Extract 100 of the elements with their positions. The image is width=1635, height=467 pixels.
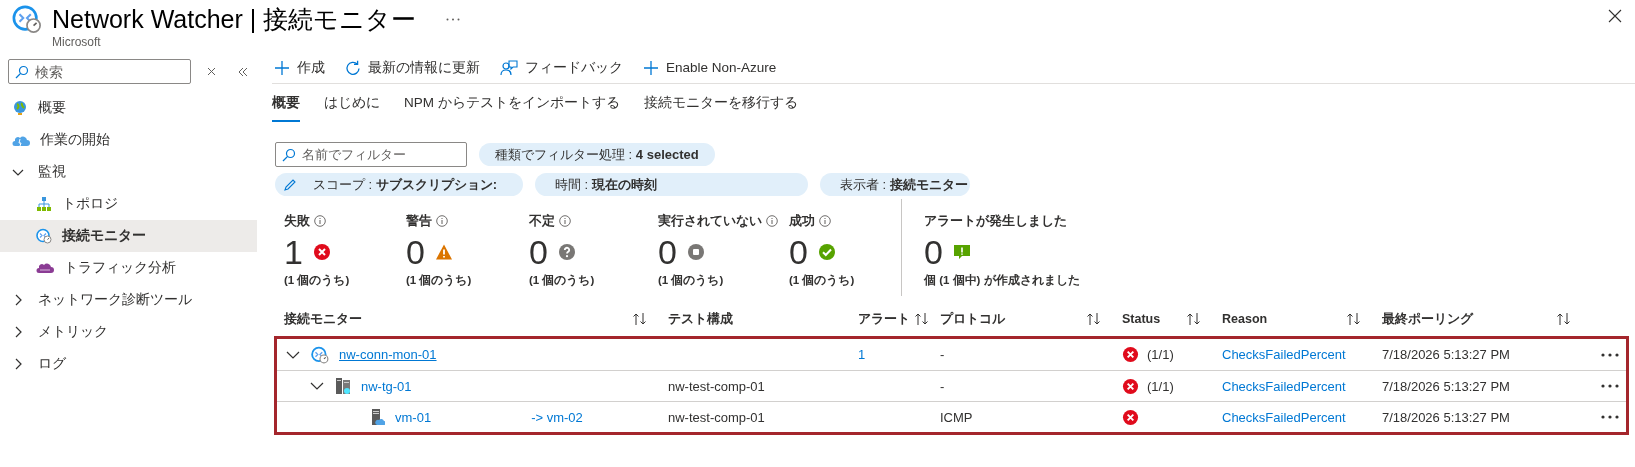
server-icon <box>369 408 385 426</box>
table-cell: - <box>940 347 945 362</box>
globe-icon <box>12 100 28 116</box>
refresh-icon <box>345 59 361 76</box>
stat-label: 失敗 <box>284 212 310 230</box>
stat-count: 0 <box>406 232 425 272</box>
stat-note: (1 個のうち) <box>789 273 856 288</box>
more-icon <box>1601 415 1619 419</box>
info-icon <box>314 215 326 227</box>
info-icon <box>766 215 778 227</box>
tab[interactable]: 概要 <box>272 84 300 122</box>
sidebar-item[interactable]: トポロジ <box>0 188 257 220</box>
search-icon <box>282 148 296 162</box>
stat-count: 0 <box>789 232 808 272</box>
topology-icon <box>36 196 52 212</box>
stat-label: 成功 <box>789 212 815 230</box>
table-cell: ICMP <box>940 409 973 425</box>
tab[interactable]: はじめに <box>324 84 380 122</box>
toolbar-button[interactable]: フィードバック <box>498 58 625 77</box>
stat-note: (1 個のうち) <box>529 273 596 288</box>
stat-label: 実行されていない <box>658 212 762 230</box>
stat-count: 0 <box>529 232 548 272</box>
filter-pill[interactable]: 表示者 : 接続モニター <box>820 173 970 196</box>
sidebar-item[interactable]: トラフィック分析 <box>0 252 257 284</box>
column-header[interactable]: アラート <box>858 310 910 328</box>
filter-field[interactable]: 名前でフィルター <box>275 142 467 167</box>
cloud-icon <box>36 262 54 274</box>
table-cell: 7/18/2026 5:13:27 PM <box>1382 409 1510 425</box>
sidebar-item[interactable]: 接続モニター <box>0 220 257 252</box>
table-cell: nw-test-comp-01 <box>668 409 765 425</box>
sort-icon <box>1186 312 1202 326</box>
sidebar-item[interactable]: メトリック <box>0 316 257 348</box>
tab[interactable]: 接続モニターを移行する <box>643 84 798 122</box>
app-logo <box>12 4 42 34</box>
column-header[interactable]: Status <box>1122 312 1161 326</box>
more-icon <box>1601 384 1619 388</box>
stat-label: 警告 <box>406 212 432 230</box>
sort-icon <box>1346 312 1362 326</box>
pencil-icon <box>283 177 297 192</box>
table-cell: 7/18/2026 5:13:27 PM <box>1382 378 1510 394</box>
reason-link[interactable]: ChecksFailedPercent <box>1222 378 1346 394</box>
sidebar-item[interactable]: 概要 <box>0 92 257 124</box>
reason-link[interactable]: ChecksFailedPercent <box>1222 347 1346 362</box>
stat-label: アラートが発生しました <box>924 212 1067 230</box>
sort-icon <box>1556 312 1572 326</box>
collapse-button[interactable] <box>237 65 249 78</box>
stat-count: 0 <box>658 232 677 272</box>
stat-count: 1 <box>284 232 303 272</box>
tab[interactable]: NPM からテストをインポートする <box>404 84 620 122</box>
page-title: Network Watcher | 接続モニター <box>52 4 417 34</box>
stat-note: (1 個のうち) <box>406 273 473 288</box>
stat-label: 不定 <box>529 212 555 230</box>
plus-icon <box>643 59 659 76</box>
table-cell: 7/18/2026 5:13:27 PM <box>1382 347 1510 362</box>
reason-link[interactable]: ChecksFailedPercent <box>1222 409 1346 425</box>
column-header[interactable]: 最終ポーリング <box>1382 310 1473 328</box>
feedback-icon <box>500 59 518 76</box>
table-cell: (1/1) <box>1147 347 1174 362</box>
toolbar-button[interactable]: 作成 <box>272 58 327 77</box>
close-button[interactable] <box>1607 8 1623 24</box>
monitor-link[interactable]: nw-tg-01 <box>361 378 412 394</box>
sort-icon <box>914 312 930 326</box>
toolbar-button[interactable]: 最新の情報に更新 <box>343 58 482 77</box>
plus-icon <box>274 59 290 76</box>
clear-button[interactable] <box>205 65 218 78</box>
more-icon <box>446 17 461 21</box>
monitor-link[interactable]: vm-01 <box>395 409 432 425</box>
monitor-icon <box>311 345 329 364</box>
monitor-icon <box>36 228 52 244</box>
sidebar-item[interactable]: 監視 <box>0 156 257 188</box>
sidebar-item[interactable]: 作業の開始 <box>0 124 257 156</box>
search-icon <box>15 65 29 79</box>
column-header[interactable]: 接続モニター <box>284 310 362 328</box>
table-cell: nw-test-comp-01 <box>668 378 765 394</box>
more-icon <box>1601 352 1619 357</box>
column-header[interactable]: プロトコル <box>940 310 1005 328</box>
search-field[interactable]: 検索 <box>8 59 192 84</box>
info-icon <box>819 215 831 227</box>
target-link[interactable]: -> vm-02 <box>531 409 583 425</box>
filter-pill[interactable]: 時間 : 現在の時刻 <box>535 173 808 196</box>
filter-pill[interactable]: スコープ : サブスクリプション: <box>275 173 523 196</box>
filter-pill[interactable]: 種類でフィルター処理 : 4 selected <box>479 143 715 166</box>
stat-note: (1 個のうち) <box>284 273 351 288</box>
page-subtitle: Microsoft <box>52 35 102 49</box>
sort-icon <box>632 312 648 326</box>
info-icon <box>559 215 571 227</box>
alert-link[interactable]: 1 <box>858 347 866 362</box>
monitor-link[interactable]: nw-conn-mon-01 <box>339 347 437 362</box>
sidebar-item[interactable]: ログ <box>0 348 257 380</box>
column-header[interactable]: テスト構成 <box>668 310 733 328</box>
info-icon <box>436 215 448 227</box>
stat-note: (1 個のうち) <box>658 273 725 288</box>
stat-note: 個 (1 個中) が作成されました <box>924 273 1081 288</box>
sidebar-item[interactable]: ネットワーク診断ツール <box>0 284 257 316</box>
column-header[interactable]: Reason <box>1222 312 1268 326</box>
sort-icon <box>1086 312 1102 326</box>
stat-count: 0 <box>924 232 943 272</box>
table-cell: - <box>940 378 945 394</box>
toolbar-button[interactable]: Enable Non-Azure <box>641 59 779 76</box>
table-cell: (1/1) <box>1147 378 1174 394</box>
